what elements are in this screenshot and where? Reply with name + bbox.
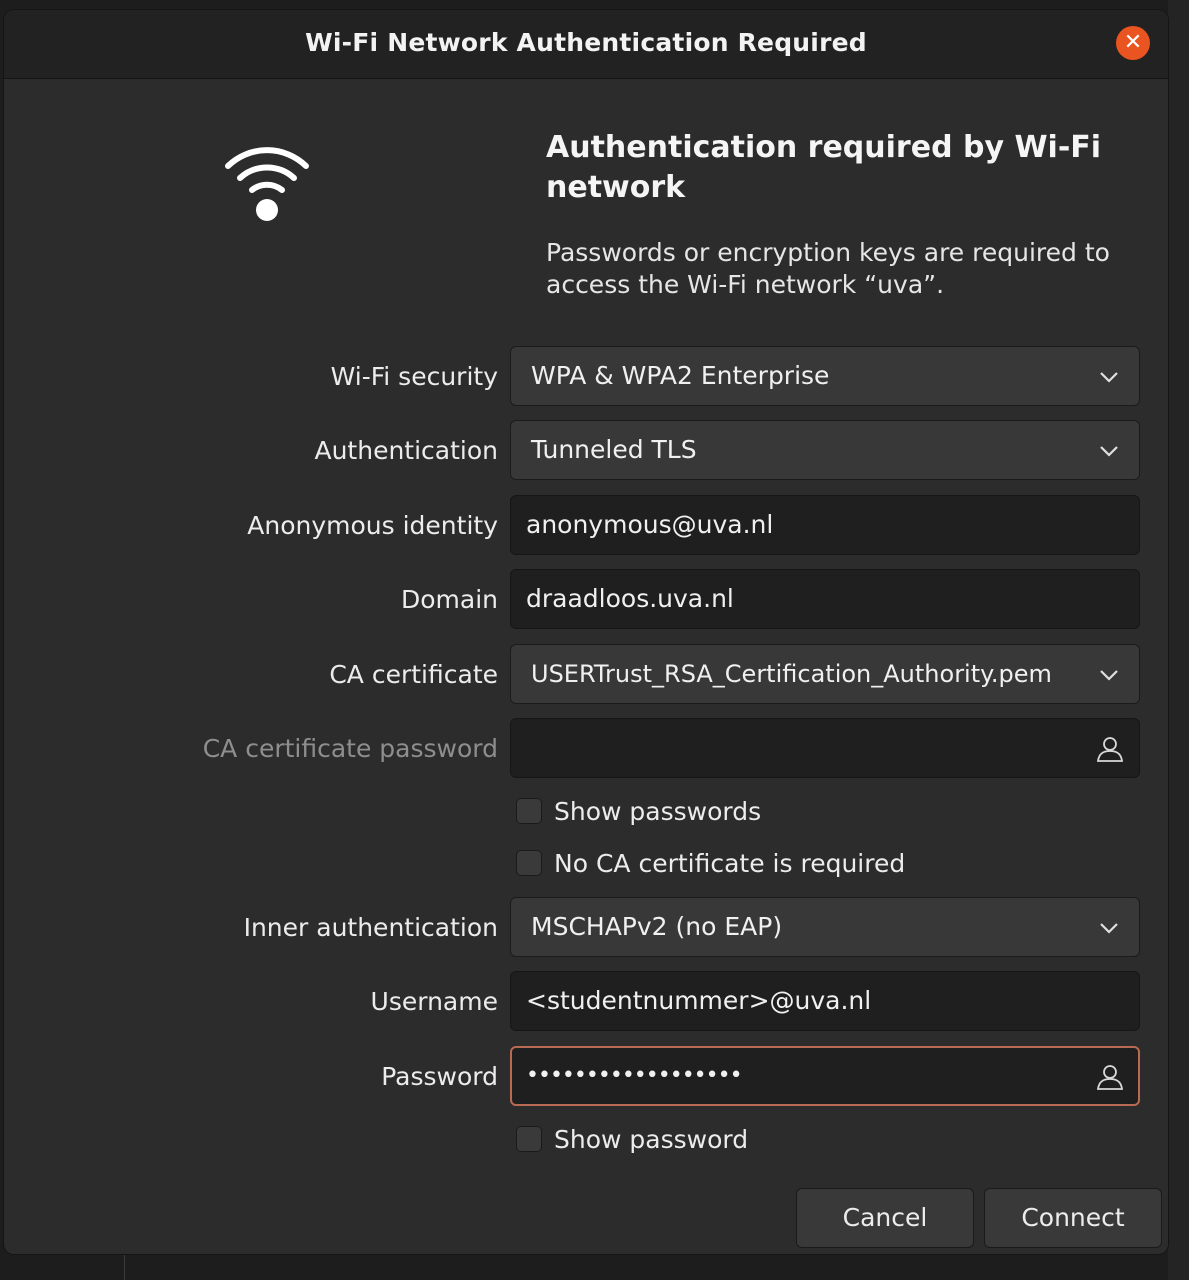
close-icon: ✕	[1123, 30, 1143, 55]
ca-certificate-combo[interactable]: USERTrust_RSA_Certification_Authority.pe…	[510, 644, 1140, 704]
chevron-down-icon	[1100, 670, 1118, 681]
show-passwords-label[interactable]: Show passwords	[554, 795, 761, 829]
titlebar: Wi-Fi Network Authentication Required ✕	[4, 10, 1168, 79]
authentication-value: Tunneled TLS	[531, 435, 697, 464]
password-label: Password	[381, 1062, 498, 1091]
background-window	[1168, 0, 1189, 1280]
username-input[interactable]: <studentnummer>@uva.nl	[510, 971, 1140, 1031]
ca-certificate-password-label: CA certificate password	[202, 734, 498, 763]
dialog-title: Wi-Fi Network Authentication Required	[305, 28, 867, 57]
anonymous-identity-value: anonymous@uva.nl	[526, 510, 774, 539]
show-password-checkbox[interactable]	[516, 1126, 542, 1152]
cancel-button[interactable]: Cancel	[796, 1188, 974, 1248]
authentication-label: Authentication	[314, 436, 498, 465]
ca-certificate-password-input[interactable]	[510, 718, 1140, 778]
show-password-label[interactable]: Show password	[554, 1123, 748, 1157]
authentication-combo[interactable]: Tunneled TLS	[510, 420, 1140, 480]
domain-value: draadloos.uva.nl	[526, 584, 734, 613]
inner-authentication-label: Inner authentication	[243, 913, 498, 942]
wifi-security-combo[interactable]: WPA & WPA2 Enterprise	[510, 346, 1140, 406]
domain-input[interactable]: draadloos.uva.nl	[510, 569, 1140, 629]
user-store-icon[interactable]	[1095, 1062, 1125, 1092]
inner-authentication-combo[interactable]: MSCHAPv2 (no EAP)	[510, 897, 1140, 957]
user-store-icon[interactable]	[1095, 734, 1125, 764]
ca-certificate-label: CA certificate	[329, 660, 498, 689]
connect-button[interactable]: Connect	[984, 1188, 1162, 1248]
anonymous-identity-input[interactable]: anonymous@uva.nl	[510, 495, 1140, 555]
no-ca-required-label[interactable]: No CA certificate is required	[554, 847, 905, 881]
chevron-down-icon	[1100, 923, 1118, 934]
auth-heading: Authentication required by Wi-Fi network	[546, 130, 1102, 205]
wifi-security-label: Wi-Fi security	[330, 362, 498, 391]
wifi-security-value: WPA & WPA2 Enterprise	[531, 361, 830, 390]
chevron-down-icon	[1100, 446, 1118, 457]
domain-label: Domain	[400, 585, 498, 614]
inner-authentication-value: MSCHAPv2 (no EAP)	[531, 912, 783, 941]
wifi-icon	[225, 147, 309, 221]
show-passwords-checkbox[interactable]	[516, 798, 542, 824]
background-divider	[124, 1254, 125, 1280]
username-value: <studentnummer>@uva.nl	[526, 986, 872, 1015]
chevron-down-icon	[1100, 372, 1118, 383]
anonymous-identity-label: Anonymous identity	[247, 511, 498, 540]
auth-description: Passwords or encryption keys are require…	[546, 238, 1110, 299]
password-value: ••••••••••••••••••	[526, 1063, 743, 1088]
password-input[interactable]: ••••••••••••••••••	[510, 1046, 1140, 1106]
username-label: Username	[370, 987, 498, 1016]
close-button[interactable]: ✕	[1116, 26, 1150, 60]
auth-dialog: Wi-Fi Network Authentication Required ✕ …	[4, 10, 1168, 1254]
no-ca-required-checkbox[interactable]	[516, 850, 542, 876]
ca-certificate-value: USERTrust_RSA_Certification_Authority.pe…	[531, 660, 1052, 688]
